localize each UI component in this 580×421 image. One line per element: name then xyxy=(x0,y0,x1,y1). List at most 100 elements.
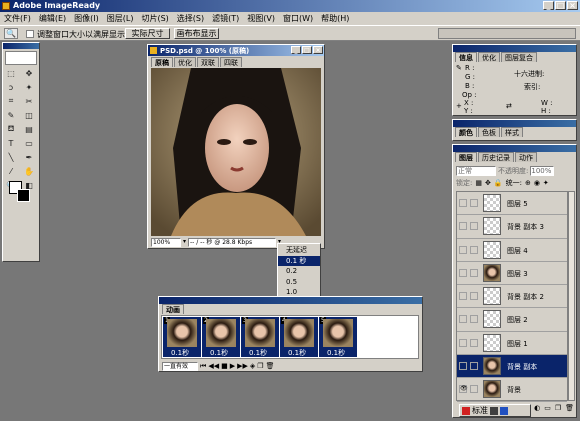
unify-position-icon[interactable]: ⊕ xyxy=(525,179,531,187)
new-layer-icon[interactable]: ❐ xyxy=(555,404,561,414)
layer-visibility-icon[interactable]: 👁 xyxy=(459,385,468,394)
text-tool-icon[interactable]: T xyxy=(5,137,17,149)
info-tab-1[interactable]: 优化 xyxy=(478,52,500,62)
delay-item-1[interactable]: 0.1 秒 xyxy=(278,255,320,266)
mode-icon-2[interactable] xyxy=(490,406,498,415)
line-tool-icon[interactable]: ╲ xyxy=(5,151,17,163)
lock-all-icon[interactable]: 🔒 xyxy=(494,179,503,187)
magic-wand-tool-icon[interactable]: ✦ xyxy=(23,81,35,93)
play-icon[interactable]: ▶ xyxy=(230,362,235,370)
doc-tab-0[interactable]: 原稿 xyxy=(151,57,173,67)
layer-visibility-icon[interactable] xyxy=(459,292,467,301)
layers-scrollbar[interactable] xyxy=(568,191,575,401)
minimize-button[interactable]: _ xyxy=(543,1,554,10)
layer-link-icon[interactable] xyxy=(470,292,478,301)
layer-link-icon[interactable] xyxy=(470,315,478,324)
prev-frame-icon[interactable]: ◀◀ xyxy=(208,362,219,370)
info-tab-0[interactable]: 信息 xyxy=(455,52,477,62)
menu-item-4[interactable]: 切片(S) xyxy=(137,13,172,25)
rectangle-tool-icon[interactable]: ▭ xyxy=(23,137,35,149)
menu-item-3[interactable]: 图层(L) xyxy=(103,13,138,25)
menu-item-9[interactable]: 帮助(H) xyxy=(317,13,353,25)
first-frame-icon[interactable]: ⏮ xyxy=(200,362,206,371)
next-frame-icon[interactable]: ▶▶ xyxy=(237,362,248,370)
frame-delay[interactable]: 0.1秒 xyxy=(249,348,267,358)
layer-link-icon[interactable] xyxy=(470,362,478,371)
layer-row[interactable]: 图层 1 xyxy=(457,332,567,356)
actual-size-button[interactable]: 实际尺寸 xyxy=(125,28,170,39)
delete-layer-icon[interactable]: 🗑 xyxy=(565,404,574,414)
menu-item-6[interactable]: 滤镜(T) xyxy=(208,13,243,25)
layers-tab-2[interactable]: 动作 xyxy=(515,152,537,162)
menu-item-2[interactable]: 图像(I) xyxy=(70,13,103,25)
unify-style-icon[interactable]: ✦ xyxy=(543,179,549,187)
menu-item-8[interactable]: 窗口(W) xyxy=(279,13,317,25)
info-tab-2[interactable]: 图层复合 xyxy=(501,52,537,62)
frame-delay[interactable]: 0.1秒 xyxy=(288,348,306,358)
layer-row[interactable]: 图层 3 xyxy=(457,262,567,286)
loop-select[interactable]: 一直有效 xyxy=(162,361,198,371)
background-color[interactable] xyxy=(17,189,30,202)
layer-row[interactable]: 👁 背景 xyxy=(457,378,567,402)
close-button[interactable]: × xyxy=(567,1,578,10)
animation-frame[interactable]: 40.1秒 xyxy=(280,317,318,357)
slice-tool-icon[interactable]: ✂ xyxy=(23,95,35,107)
eyedropper-tool-icon[interactable]: ⁄ xyxy=(5,165,17,177)
doc-tab-3[interactable]: 四联 xyxy=(220,57,242,67)
layer-row[interactable]: 图层 5 xyxy=(457,192,567,216)
layers-tab-1[interactable]: 历史记录 xyxy=(478,152,514,162)
layer-link-icon[interactable] xyxy=(470,268,478,277)
new-frame-icon[interactable]: ❐ xyxy=(257,362,263,370)
layer-link-icon[interactable] xyxy=(470,222,478,231)
print-size-button[interactable]: 画布布显示 xyxy=(174,28,219,39)
delete-frame-icon[interactable]: 🗑 xyxy=(266,362,275,370)
mode-icon-3[interactable] xyxy=(500,406,508,415)
animation-frame[interactable]: 10.1秒 xyxy=(163,317,201,357)
zoom-select[interactable]: 100% xyxy=(151,238,181,247)
layer-visibility-icon[interactable] xyxy=(459,338,467,347)
layers-tab-0[interactable]: 图层 xyxy=(455,152,477,162)
marquee-tool-icon[interactable]: ⬚ xyxy=(5,67,17,79)
mask-icon[interactable]: ◐ xyxy=(534,404,540,414)
layer-row[interactable]: 图层 4 xyxy=(457,239,567,262)
layer-visibility-icon[interactable] xyxy=(459,245,467,254)
unify-visibility-icon[interactable]: ◉ xyxy=(534,179,540,187)
layer-visibility-icon[interactable] xyxy=(459,315,467,324)
gradient-tool-icon[interactable]: ▤ xyxy=(23,123,35,135)
delay-item-0[interactable]: 无延迟 xyxy=(278,245,320,256)
layer-link-icon[interactable] xyxy=(470,199,478,207)
lock-transparency-icon[interactable]: ▦ xyxy=(475,179,482,187)
zoom-dropdown-icon[interactable]: ▾ xyxy=(183,238,186,247)
animation-frame[interactable]: 20.1秒 xyxy=(202,317,240,357)
menu-item-0[interactable]: 文件(F) xyxy=(0,13,35,25)
color-tab-0[interactable]: 颜色 xyxy=(455,127,477,137)
layer-row[interactable]: 图层 2 xyxy=(457,308,567,332)
doc-minimize-button[interactable]: _ xyxy=(291,46,301,54)
lasso-tool-icon[interactable]: ↄ xyxy=(5,81,17,93)
menu-item-1[interactable]: 编辑(E) xyxy=(35,13,70,25)
new-set-icon[interactable]: ▭ xyxy=(544,404,551,414)
tween-icon[interactable]: ◈ xyxy=(250,362,255,370)
layer-visibility-icon[interactable] xyxy=(459,362,467,371)
pen-tool-icon[interactable]: ✒ xyxy=(23,151,35,163)
animation-frame[interactable]: 50.1秒 xyxy=(319,317,357,357)
layer-visibility-icon[interactable] xyxy=(459,222,467,231)
layer-visibility-icon[interactable] xyxy=(459,199,467,207)
menu-item-7[interactable]: 视图(V) xyxy=(243,13,279,25)
layer-visibility-icon[interactable] xyxy=(459,268,467,277)
maximize-button[interactable]: □ xyxy=(555,1,566,10)
tool-preset-icon[interactable]: 🔍 xyxy=(4,28,18,39)
color-tab-1[interactable]: 色板 xyxy=(478,127,500,137)
eraser-tool-icon[interactable]: ◫ xyxy=(23,109,35,121)
doc-tab-1[interactable]: 优化 xyxy=(174,57,196,67)
layer-link-icon[interactable] xyxy=(470,245,478,254)
opacity-input[interactable]: 100% xyxy=(530,165,555,176)
tab-animation[interactable]: 动画 xyxy=(162,304,184,314)
menu-item-5[interactable]: 选择(S) xyxy=(173,13,208,25)
animation-frame[interactable]: 30.1秒 xyxy=(241,317,279,357)
brush-tool-icon[interactable]: ✎ xyxy=(5,109,17,121)
layer-row[interactable]: 背景 副本 2 xyxy=(457,285,567,309)
doc-close-button[interactable]: × xyxy=(313,46,323,54)
frame-delay[interactable]: 0.1秒 xyxy=(327,348,345,358)
layer-row[interactable]: 背景 副本 xyxy=(457,355,567,379)
